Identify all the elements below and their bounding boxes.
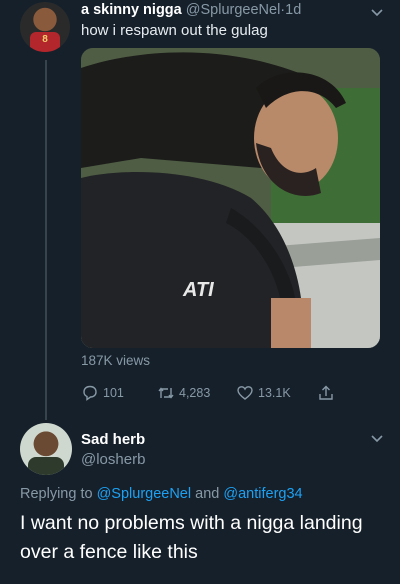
user-handle[interactable]: @SplurgeeNel: [186, 2, 281, 18]
mention-link[interactable]: @antiferg34: [223, 486, 302, 502]
replying-prefix: Replying to: [20, 486, 93, 502]
retweet-icon: [158, 387, 174, 399]
tweet-time[interactable]: 1d: [285, 2, 301, 18]
replying-and: and: [195, 486, 220, 502]
shirt-logo: ATI: [182, 279, 214, 301]
replying-to: Replying to @SplurgeeNel and @antiferg34: [20, 486, 303, 502]
retweet-button[interactable]: 4,283: [157, 384, 210, 402]
avatar[interactable]: [20, 423, 72, 475]
mention-link[interactable]: @SplurgeeNel: [97, 486, 192, 502]
user-handle[interactable]: @losherb: [81, 451, 145, 468]
chevron-down-icon[interactable]: [370, 6, 384, 20]
like-button[interactable]: 13.1K: [236, 384, 291, 402]
reply-icon: [83, 385, 97, 401]
thread-connector-line: [45, 60, 47, 420]
video-frame: ATI: [81, 48, 380, 348]
share-icon: [319, 385, 333, 400]
display-name[interactable]: a skinny nigga: [81, 2, 182, 18]
tweet-header: a skinny nigga @SplurgeeNel·1d: [81, 2, 301, 18]
view-count: 187K views: [81, 353, 151, 368]
display-name[interactable]: Sad herb: [81, 431, 145, 448]
like-icon: [237, 386, 253, 400]
tweet-text: how i respawn out the gulag: [81, 22, 268, 39]
retweet-count: 4,283: [179, 386, 211, 400]
avatar-shirt: [28, 457, 64, 475]
chevron-down-icon[interactable]: [370, 432, 384, 446]
tweet-actions: 101 4,283 13.1K: [81, 384, 341, 404]
reply-button[interactable]: 101: [81, 384, 124, 402]
like-count: 13.1K: [258, 386, 291, 400]
avatar-jersey-number: 8: [42, 34, 48, 45]
tweet-video[interactable]: ATI: [81, 48, 380, 348]
avatar[interactable]: 8: [20, 2, 70, 52]
tweet-text: I want no problems with a nigga landing …: [20, 512, 363, 563]
reply-count: 101: [103, 386, 124, 400]
share-button[interactable]: [317, 384, 335, 402]
